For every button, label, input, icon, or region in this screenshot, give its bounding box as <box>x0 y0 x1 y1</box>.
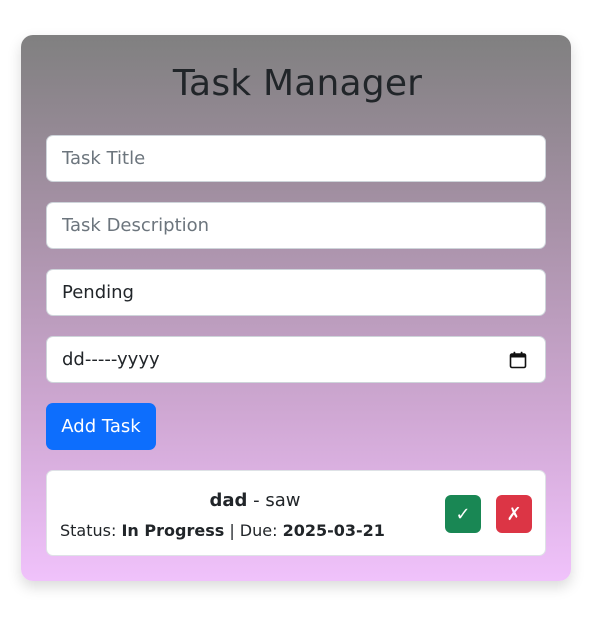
task-meta: Status: In Progress | Due: 2025-03-21 <box>60 519 385 543</box>
task-title: dad <box>209 490 248 511</box>
add-task-button[interactable]: Add Task <box>46 403 156 450</box>
task-item: dad - saw Status: In Progress | Due: 202… <box>46 470 546 556</box>
calendar-icon[interactable] <box>509 351 527 369</box>
task-status-value: Pending <box>62 282 134 303</box>
task-status: In Progress <box>121 521 225 540</box>
cross-icon: ✗ <box>506 503 522 525</box>
check-icon: ✓ <box>455 503 471 525</box>
task-status-select[interactable]: Pending <box>46 269 546 316</box>
delete-task-button[interactable]: ✗ <box>496 495 532 533</box>
task-due-label: | Due: <box>224 521 283 540</box>
task-due-date-input[interactable]: dd-----yyyy <box>46 336 546 383</box>
task-description-input[interactable] <box>46 202 546 249</box>
task-title-separator: - <box>247 490 266 511</box>
task-description: saw <box>265 490 301 511</box>
task-heading: dad - saw <box>47 489 463 513</box>
task-due-date-placeholder: dd-----yyyy <box>62 349 160 370</box>
task-status-label: Status: <box>60 521 122 540</box>
task-title-input[interactable] <box>46 135 546 182</box>
complete-task-button[interactable]: ✓ <box>445 495 481 533</box>
page-title: Task Manager <box>172 63 423 104</box>
task-due-date: 2025-03-21 <box>282 521 385 540</box>
